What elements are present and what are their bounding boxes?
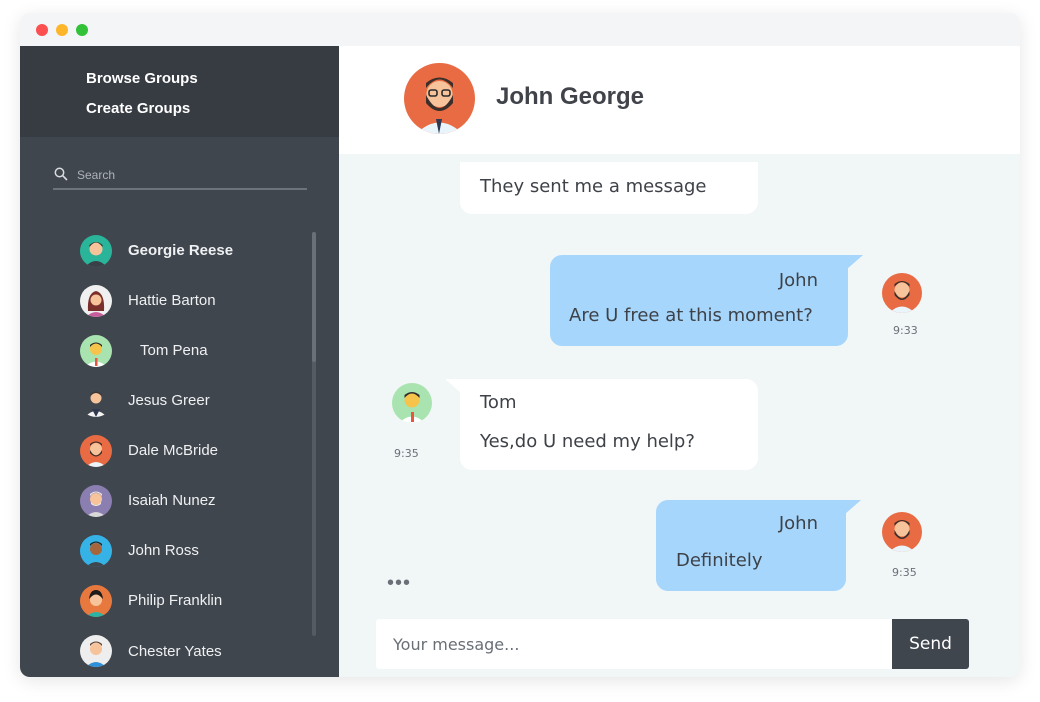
message-text: Are U free at this moment? (569, 305, 813, 326)
avatar (80, 335, 112, 367)
sidebar: Browse Groups Create Groups Search Georg… (20, 46, 339, 677)
contact-jesus-greer[interactable]: Jesus Greer (80, 382, 300, 422)
close-window-button[interactable] (36, 24, 48, 36)
contact-dale-mcbride[interactable]: Dale McBride (80, 432, 300, 472)
minimize-window-button[interactable] (56, 24, 68, 36)
app-window: Browse Groups Create Groups Search Georg… (20, 13, 1020, 677)
avatar (80, 385, 112, 417)
message-input[interactable] (376, 619, 892, 669)
contact-list-scrollbar[interactable] (312, 232, 316, 636)
message-text: They sent me a message (480, 176, 707, 197)
contact-name: John Ross (128, 542, 199, 559)
title-bar (20, 13, 1020, 46)
message-sender: Tom (480, 392, 517, 413)
browse-groups-link[interactable]: Browse Groups (86, 70, 198, 87)
contact-name: Jesus Greer (128, 392, 210, 409)
maximize-window-button[interactable] (76, 24, 88, 36)
contact-john-ross[interactable]: John Ross (80, 532, 300, 572)
bubble-tail (445, 379, 461, 393)
message-bubble-outgoing: John Definitely (656, 500, 861, 591)
sender-avatar (882, 273, 922, 313)
contact-name: Philip Franklin (128, 592, 223, 609)
message-text: Definitely (676, 550, 763, 571)
sender-avatar (882, 512, 922, 552)
message-time: 9:33 (893, 324, 918, 337)
message-bubble-incoming: Tom Yes,do U need my help? (445, 379, 758, 470)
contact-chester-yates[interactable]: Chester Yates (80, 632, 300, 672)
message-time: 9:35 (394, 447, 419, 460)
contact-name: Chester Yates (128, 643, 222, 660)
contact-isaiah-nunez[interactable]: Isaiah Nunez (80, 482, 300, 522)
contact-name: Georgie Reese (128, 242, 234, 259)
contact-philip-franklin[interactable]: Philip Franklin (80, 582, 300, 622)
search-box (53, 164, 307, 190)
chat-contact-name: John George (496, 83, 645, 110)
send-button[interactable]: Send (892, 619, 969, 669)
contact-avatar (404, 63, 475, 134)
avatar (80, 485, 112, 517)
message-composer: Send (376, 619, 969, 669)
contact-name: Dale McBride (128, 442, 219, 459)
contact-name: Tom Pena (140, 342, 208, 359)
contact-name: Hattie Barton (128, 292, 216, 309)
scrollbar-thumb[interactable] (312, 232, 316, 362)
contact-hattie-barton[interactable]: Hattie Barton (80, 282, 300, 322)
contact-georgie-reese[interactable]: Georgie Reese (80, 232, 300, 272)
search-input[interactable] (77, 164, 302, 186)
message-bubble-outgoing: John Are U free at this moment? (550, 255, 863, 346)
chat-header: John George (339, 46, 1020, 154)
avatar (80, 585, 112, 617)
contact-tom-pena[interactable]: Tom Pena (80, 332, 300, 372)
search-icon (54, 167, 68, 181)
message-bubble-incoming: They sent me a message (460, 162, 758, 214)
typing-indicator: ••• (387, 572, 412, 594)
avatar (80, 535, 112, 567)
bubble-tail (847, 255, 863, 269)
avatar (80, 235, 112, 267)
message-time: 9:35 (892, 566, 917, 579)
avatar (80, 635, 112, 667)
sidebar-menu: Browse Groups Create Groups (20, 46, 339, 137)
bubble-tail (845, 500, 861, 514)
sender-avatar (392, 383, 432, 423)
avatar (80, 285, 112, 317)
chat-panel: John George They sent me a message John … (339, 46, 1020, 677)
contact-name: Isaiah Nunez (128, 492, 216, 509)
create-groups-link[interactable]: Create Groups (86, 100, 190, 117)
message-sender: John (778, 513, 818, 534)
message-text: Yes,do U need my help? (480, 431, 695, 452)
message-sender: John (778, 270, 818, 291)
avatar (80, 435, 112, 467)
